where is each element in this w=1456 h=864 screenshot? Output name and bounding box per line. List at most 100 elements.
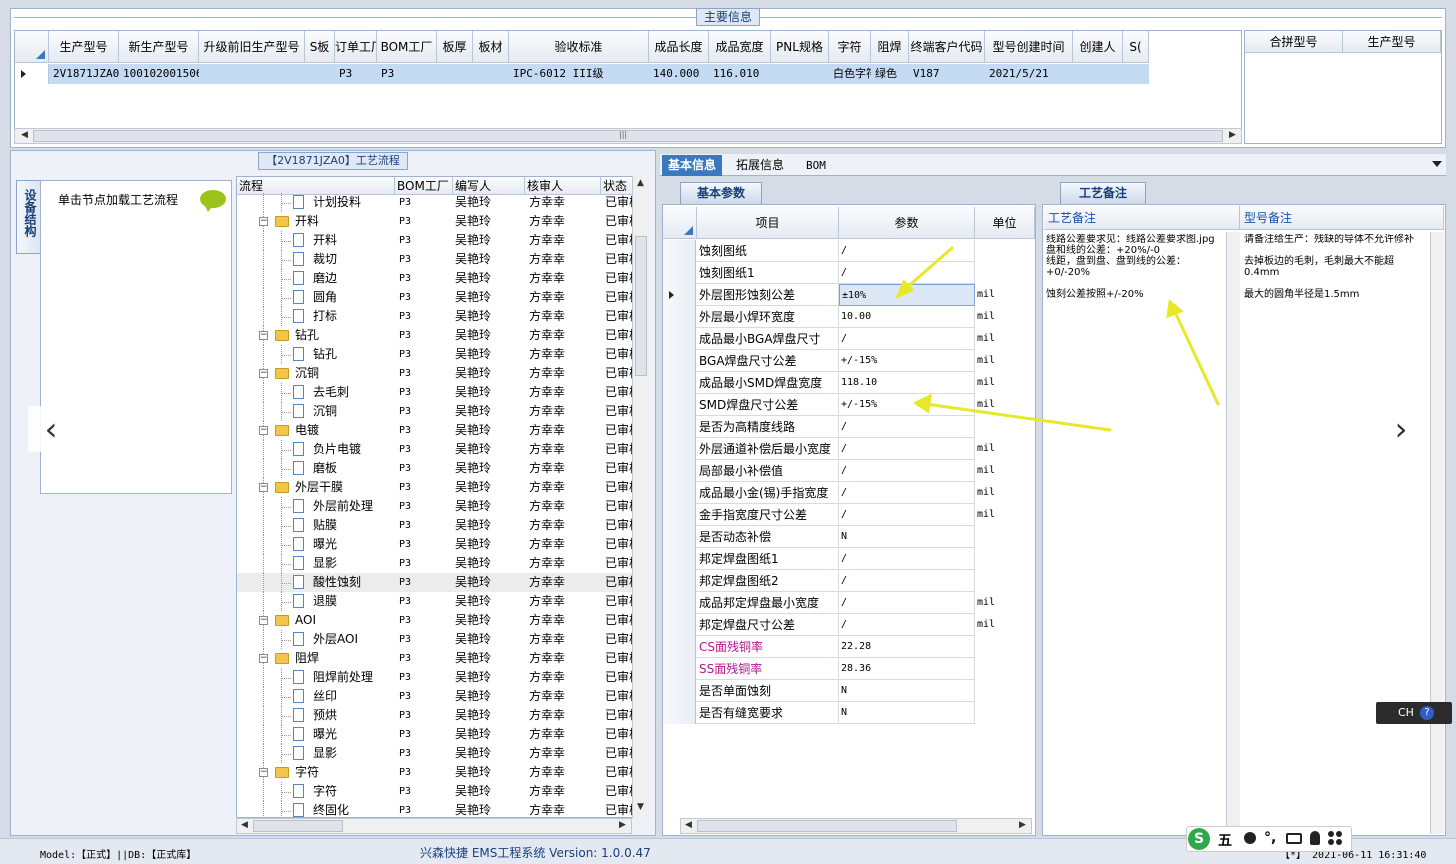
col-header[interactable]: 订单工厂 (335, 31, 377, 63)
row-indicator[interactable] (663, 372, 696, 394)
tree-node-label[interactable]: 去毛刺 (313, 383, 349, 402)
tree-row[interactable]: 裁切 P3 吴艳玲 方幸幸 已审核 (237, 250, 635, 269)
param-row[interactable]: 蚀刻图纸 / (663, 240, 1035, 262)
scroll-down-icon[interactable]: ▼ (637, 802, 644, 812)
scroll-thumb[interactable] (635, 236, 647, 376)
tree-row[interactable]: 曝光 P3 吴艳玲 方幸幸 已审核 (237, 725, 635, 744)
param-value[interactable]: / (839, 416, 975, 438)
scroll-left-icon[interactable]: ◀ (21, 130, 28, 140)
row-indicator[interactable] (663, 526, 696, 548)
tree-row[interactable]: − 沉铜 P3 吴艳玲 方幸幸 已审核 (237, 364, 635, 383)
next-arrow-icon[interactable]: › (1378, 406, 1424, 452)
param-row[interactable]: 外层图形蚀刻公差 ±10% mil (663, 284, 1035, 306)
row-indicator[interactable] (663, 284, 696, 306)
table-cell[interactable]: V187 (909, 64, 985, 84)
tree-node-label[interactable]: 酸性蚀刻 (313, 573, 361, 592)
tree-row[interactable]: 退膜 P3 吴艳玲 方幸幸 已审核 (237, 592, 635, 611)
tree-horizontal-scrollbar[interactable]: ◀ ▶ (236, 818, 632, 834)
param-value[interactable]: 22.28 (839, 636, 975, 658)
table-cell[interactable]: 绿色 (871, 64, 909, 84)
tree-row[interactable]: 磨板 P3 吴艳玲 方幸幸 已审核 (237, 459, 635, 478)
tree-node-label[interactable]: 丝印 (313, 687, 337, 706)
model-notes-text[interactable]: 请备注给生产：残缺的导体不允许修补 去掉板边的毛刺，毛刺最大不能超0.4mm 最… (1244, 234, 1426, 324)
scroll-right-icon[interactable]: ▶ (619, 820, 626, 830)
table-cell[interactable] (771, 64, 829, 84)
row-indicator[interactable] (663, 306, 696, 328)
scroll-thumb[interactable] (33, 130, 1223, 142)
fullwidth-icon[interactable] (1244, 832, 1256, 844)
param-value[interactable]: N (839, 526, 975, 548)
param-value[interactable]: +/-15% (839, 350, 975, 372)
param-row[interactable]: 成品最小BGA焊盘尺寸 / mil (663, 328, 1035, 350)
param-row[interactable]: 是否有缝宽要求 N (663, 702, 1035, 724)
param-value[interactable]: / (839, 614, 975, 636)
param-row[interactable]: 蚀刻图纸1/ (663, 262, 1035, 284)
tree-row[interactable]: 去毛刺 P3 吴艳玲 方幸幸 已审核 (237, 383, 635, 402)
collapse-icon[interactable]: − (259, 331, 268, 340)
param-value[interactable]: N (839, 680, 975, 702)
table-cell[interactable] (199, 64, 305, 84)
col-header[interactable]: 板材 (473, 31, 509, 63)
scroll-thumb[interactable] (697, 820, 957, 832)
tree-row[interactable]: 负片电镀 P3 吴艳玲 方幸幸 已审核 (237, 440, 635, 459)
table-cell[interactable]: 116.010 (709, 64, 771, 84)
param-row[interactable]: 是否动态补偿 N (663, 526, 1035, 548)
collapse-icon[interactable]: − (259, 616, 268, 625)
row-indicator[interactable] (663, 614, 696, 636)
col-header[interactable]: 升级前旧生产型号 (199, 31, 305, 63)
param-row[interactable]: 是否为高精度线路 / (663, 416, 1035, 438)
scroll-up-icon[interactable]: ▲ (637, 178, 644, 188)
col-header[interactable]: 阻焊 (871, 31, 909, 63)
tree-row[interactable]: 圆角 P3 吴艳玲 方幸幸 已审核 (237, 288, 635, 307)
row-indicator[interactable] (663, 262, 696, 284)
param-row[interactable]: BGA焊盘尺寸公差 +/-15% mil (663, 350, 1035, 372)
param-value[interactable]: 28.36 (839, 658, 975, 680)
tab-bom[interactable]: BOM (800, 155, 832, 176)
param-value[interactable]: 10.00 (839, 306, 975, 328)
tree-row[interactable]: 磨边 P3 吴艳玲 方幸幸 已审核 (237, 269, 635, 288)
col-header[interactable]: 创建人 (1073, 31, 1123, 63)
table-cell[interactable] (473, 64, 509, 84)
tree-row[interactable]: 阻焊前处理 P3 吴艳玲 方幸幸 已审核 (237, 668, 635, 687)
scroll-left-icon[interactable]: ◀ (241, 820, 248, 830)
param-row[interactable]: SS面残铜率 28.36 (663, 658, 1035, 680)
collapse-icon[interactable]: − (259, 483, 268, 492)
col-item[interactable]: 项目 (697, 207, 839, 239)
col-header[interactable]: 板厚 (437, 31, 473, 63)
param-row[interactable]: 邦定焊盘图纸2/ (663, 570, 1035, 592)
param-value[interactable]: / (839, 262, 975, 284)
table-cell[interactable] (305, 64, 335, 84)
tree-node-label[interactable]: 曝光 (313, 725, 337, 744)
col-prod-model[interactable]: 生产型号 (1343, 31, 1441, 53)
row-indicator[interactable] (663, 482, 696, 504)
row-indicator[interactable] (663, 460, 696, 482)
tab-dropdown-icon[interactable] (1432, 161, 1442, 167)
col-header[interactable]: PNL规格 (771, 31, 829, 63)
tree-row[interactable]: 曝光 P3 吴艳玲 方幸幸 已审核 (237, 535, 635, 554)
col-header[interactable]: 验收标准 (509, 31, 649, 63)
keyboard-icon[interactable] (1286, 833, 1302, 844)
table-cell[interactable]: 10010200150693 (119, 64, 199, 84)
param-row[interactable]: 外层通道补偿后最小宽度 / mil (663, 438, 1035, 460)
tab-extended-info[interactable]: 拓展信息 (730, 155, 790, 176)
param-value[interactable]: +/-15% (839, 394, 975, 416)
table-cell[interactable]: 2021/5/21 (985, 64, 1073, 84)
tree-row[interactable]: 外层AOI P3 吴艳玲 方幸幸 已审核 (237, 630, 635, 649)
tree-node-label[interactable]: 终固化 (313, 801, 349, 817)
params-horizontal-scrollbar[interactable]: ◀ ▶ (680, 818, 1032, 834)
scroll-right-icon[interactable]: ▶ (1229, 130, 1236, 140)
tree-row[interactable]: − 开料 P3 吴艳玲 方幸幸 已审核 (237, 212, 635, 231)
col-header[interactable]: S( (1123, 31, 1149, 63)
tree-row[interactable]: 钻孔 P3 吴艳玲 方幸幸 已审核 (237, 345, 635, 364)
tree-node-label[interactable]: 贴膜 (313, 516, 337, 535)
tree-node-label[interactable]: 负片电镀 (313, 440, 361, 459)
param-row[interactable]: 是否单面蚀刻 N (663, 680, 1035, 702)
tree-node-label[interactable]: 外层AOI (313, 630, 358, 649)
param-value[interactable]: ±10% (839, 284, 975, 306)
tree-row[interactable]: 外层前处理 P3 吴艳玲 方幸幸 已审核 (237, 497, 635, 516)
user-icon[interactable] (1310, 831, 1320, 845)
scroll-right-icon[interactable]: ▶ (1019, 820, 1026, 830)
tree-row[interactable]: 丝印 P3 吴艳玲 方幸幸 已审核 (237, 687, 635, 706)
row-indicator[interactable] (663, 240, 696, 262)
tree-node-label[interactable]: 钻孔 (313, 345, 337, 364)
